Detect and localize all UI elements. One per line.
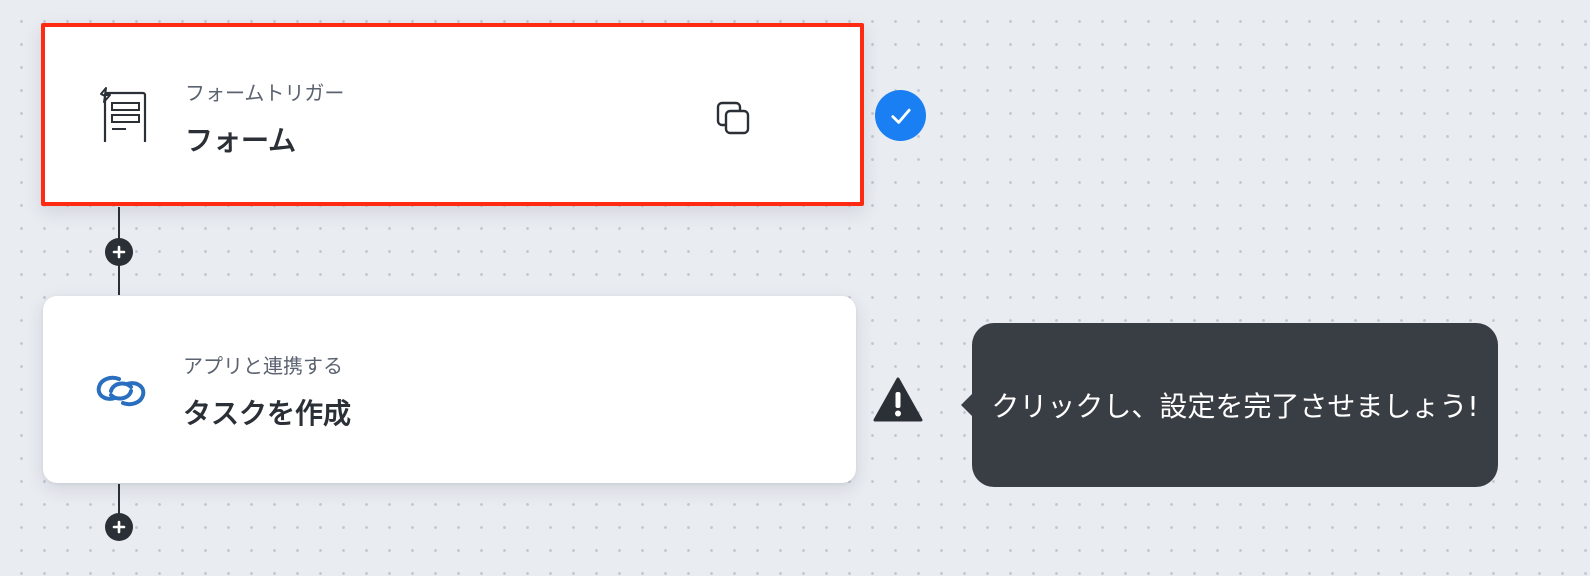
add-step-button[interactable] (105, 238, 133, 266)
step-card-create-task[interactable]: アプリと連携する タスクを作成 (43, 296, 856, 483)
form-trigger-icon (93, 84, 151, 147)
tooltip-text: クリックし、設定を完了させましょう! (991, 390, 1479, 423)
tooltip-arrow (961, 393, 973, 417)
setup-tooltip: クリックし、設定を完了させましょう! (961, 323, 1498, 487)
plus-icon (112, 245, 126, 259)
step-card-form-trigger[interactable]: フォームトリガー フォーム (41, 23, 864, 206)
step-title: タスクを作成 (183, 397, 352, 430)
warning-icon (872, 376, 924, 424)
add-step-button[interactable] (105, 513, 133, 541)
step-subtitle: アプリと連携する (183, 354, 343, 378)
app-link-icon (91, 361, 151, 421)
check-icon (875, 90, 926, 141)
step-title: フォーム (185, 124, 297, 157)
copy-icon[interactable] (715, 100, 753, 138)
step-subtitle: フォームトリガー (185, 81, 345, 105)
plus-icon (112, 520, 126, 534)
